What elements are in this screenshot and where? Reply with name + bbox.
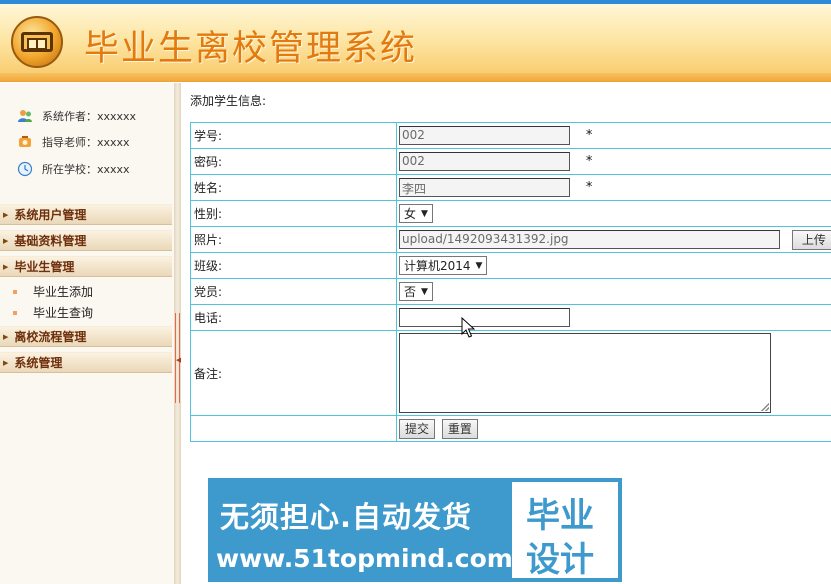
phone-input[interactable]	[399, 308, 570, 327]
teacher-icon	[16, 134, 34, 150]
student-no-input[interactable]: 002	[399, 126, 570, 145]
dropdown-caret-icon: ▼	[421, 286, 428, 297]
mouse-cursor-icon	[461, 317, 475, 338]
row-name: 姓名: 李四 *	[190, 174, 831, 201]
row-party-member: 党员: 否 ▼	[190, 278, 831, 305]
row-remark: 备注:	[190, 330, 831, 416]
resize-grip-icon[interactable]	[761, 403, 769, 411]
menu-basic-data[interactable]: ▶ 基础资料管理	[0, 230, 172, 251]
bullet-icon	[13, 310, 17, 315]
promo-banner[interactable]: 无须担心.自动发货 www.51topmind.com 毕业 设计	[208, 478, 622, 582]
party-member-select[interactable]: 否 ▼	[399, 282, 433, 301]
triangle-right-icon: ▶	[3, 332, 9, 341]
row-photo: 照片: upload/1492093431392.jpg 上传	[190, 226, 831, 253]
upload-button[interactable]: 上传	[791, 229, 831, 250]
users-icon	[16, 108, 34, 124]
row-phone: 电话:	[190, 304, 831, 331]
triangle-right-icon: ▶	[3, 210, 9, 219]
info-teacher: 指导老师：xxxxx	[16, 133, 130, 151]
info-author: 系统作者：xxxxxx	[16, 107, 136, 125]
class-select[interactable]: 计算机2014 ▼	[399, 256, 488, 275]
app-title: 毕业生离校管理系统	[84, 29, 418, 69]
banner-badge: 毕业 设计	[512, 482, 618, 580]
photo-path-input[interactable]: upload/1492093431392.jpg	[399, 230, 780, 249]
menu-graduate-query[interactable]: 毕业生查询	[0, 302, 172, 323]
required-mark: *	[585, 154, 593, 169]
menu-graduate-add[interactable]: 毕业生添加	[0, 281, 172, 302]
row-gender: 性别: 女 ▼	[190, 200, 831, 227]
menu-graduate-mgmt[interactable]: ▶ 毕业生管理	[0, 256, 172, 277]
bullet-icon	[13, 289, 17, 294]
row-password: 密码: 002 *	[190, 148, 831, 175]
banner-line1: 无须担心.自动发货	[220, 500, 473, 534]
triangle-right-icon: ▶	[3, 262, 9, 271]
password-input[interactable]: 002	[399, 152, 570, 171]
required-mark: *	[585, 128, 593, 143]
app-header: 毕业生离校管理系统	[0, 4, 831, 82]
student-form: 学号: 002 * 密码: 002 * 姓名: 李四 * 性别: 女 ▼ 照片:…	[190, 122, 831, 442]
sidebar: 系统作者：xxxxxx 指导老师：xxxxx 所在学校：xxxxx ▶ 系统用户…	[0, 83, 174, 584]
remark-textarea[interactable]	[399, 333, 771, 413]
submit-button[interactable]: 提交	[399, 418, 436, 439]
school-icon	[16, 161, 34, 177]
banner-line2: www.51topmind.com	[216, 544, 513, 573]
dropdown-caret-icon: ▼	[421, 208, 428, 219]
dropdown-caret-icon: ▼	[475, 260, 483, 271]
reset-button[interactable]: 重置	[441, 418, 478, 439]
page-title: 添加学生信息:	[190, 94, 267, 108]
row-student-no: 学号: 002 *	[190, 122, 831, 149]
name-input[interactable]: 李四	[399, 178, 570, 197]
required-mark: *	[585, 180, 593, 195]
triangle-right-icon: ▶	[3, 236, 9, 245]
menu-system-mgmt[interactable]: ▶ 系统管理	[0, 352, 172, 373]
app-logo-icon	[11, 16, 63, 68]
menu-leave-flow[interactable]: ▶ 离校流程管理	[0, 326, 172, 347]
menu-system-users[interactable]: ▶ 系统用户管理	[0, 204, 172, 225]
header-band	[0, 73, 831, 81]
row-actions: 提交 重置	[190, 415, 831, 442]
gender-select[interactable]: 女 ▼	[399, 204, 433, 223]
info-school: 所在学校：xxxxx	[16, 160, 130, 178]
triangle-right-icon: ▶	[3, 358, 9, 367]
row-class: 班级: 计算机2014 ▼	[190, 252, 831, 279]
